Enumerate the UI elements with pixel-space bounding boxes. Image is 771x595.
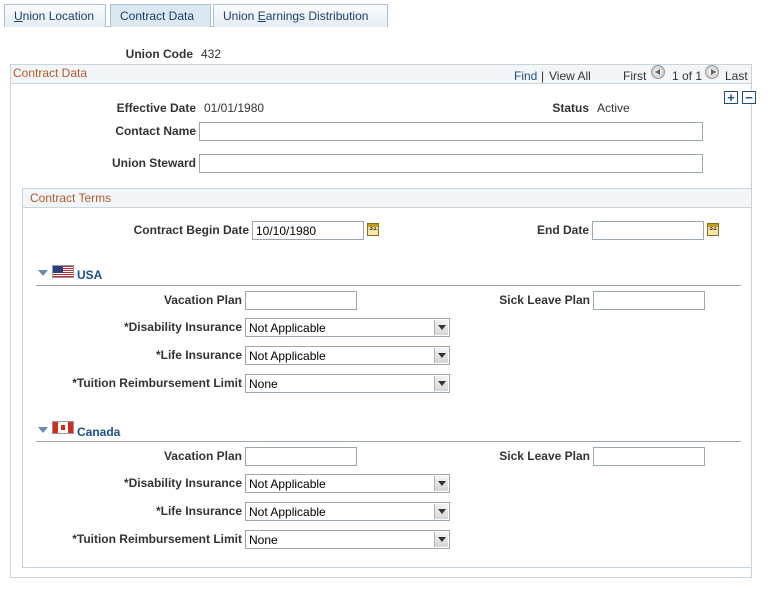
status-value: Active [597,101,630,115]
next-arrow-icon[interactable] [705,65,719,79]
contract-data-title: Contract Data [13,66,88,80]
union-steward-input[interactable] [199,154,703,173]
last-label: Last [725,69,748,83]
previous-arrow-icon[interactable] [651,65,665,79]
find-link[interactable]: Find [514,69,537,83]
tab-label: Contract Data [120,9,195,23]
effective-date-label: Effective Date [116,101,196,115]
usa-tuition-reimbursement-label: *Tuition Reimbursement Limit [72,376,242,390]
contact-name-input[interactable] [199,122,703,141]
canada-vacation-plan-label: Vacation Plan [163,449,242,463]
canada-disability-insurance-select[interactable]: Not Applicable [245,474,450,493]
add-row-button[interactable]: + [724,91,738,104]
view-all-link[interactable]: View All [549,69,591,83]
canada-vacation-plan-input[interactable] [245,447,357,466]
end-date-label: End Date [536,223,589,237]
contract-begin-date-input[interactable]: 10/10/1980 [252,221,364,240]
canada-tuition-reimbursement-select[interactable]: None [245,530,450,549]
usa-vacation-plan-input[interactable] [245,291,357,310]
select-value: Not Applicable [249,349,326,363]
dropdown-arrow-icon[interactable] [434,348,448,363]
usa-life-insurance-label: *Life Insurance [155,348,242,362]
usa-sick-leave-plan-label: Sick Leave Plan [499,293,590,307]
canada-flag-icon [52,421,74,434]
select-value: Not Applicable [249,505,326,519]
dropdown-arrow-icon[interactable] [434,376,448,391]
tab-label: Union Earnings Distribution [223,9,369,23]
dropdown-arrow-icon[interactable] [434,532,448,547]
union-code-label: Union Code [125,47,193,61]
union-code-value: 432 [201,47,222,61]
canada-divider [36,441,741,442]
select-value: None [249,377,278,391]
calendar-icon[interactable]: 31 [707,223,719,236]
canada-life-insurance-label: *Life Insurance [155,504,242,518]
collapse-canada-icon[interactable] [38,427,48,433]
tab-label: Union Location [14,9,95,23]
contract-begin-date-label: Contract Begin Date [133,223,249,237]
usa-disability-insurance-select[interactable]: Not Applicable [245,318,450,337]
dropdown-arrow-icon[interactable] [434,504,448,519]
end-date-input[interactable] [592,221,704,240]
canada-section-title[interactable]: Canada [77,425,120,439]
usa-tuition-reimbursement-select[interactable]: None [245,374,450,393]
canada-life-insurance-select[interactable]: Not Applicable [245,502,450,521]
usa-divider [36,285,741,286]
select-value: Not Applicable [249,321,326,335]
effective-date-value: 01/01/1980 [204,101,265,115]
usa-flag-icon [52,265,74,278]
usa-vacation-plan-label: Vacation Plan [163,293,242,307]
canada-sick-leave-plan-input[interactable] [593,447,705,466]
canada-tuition-reimbursement-label: *Tuition Reimbursement Limit [72,532,242,546]
usa-life-insurance-select[interactable]: Not Applicable [245,346,450,365]
tab-union-earnings-distribution[interactable]: Union Earnings Distribution [213,4,388,27]
first-label: First [623,69,647,83]
usa-sick-leave-plan-input[interactable] [593,291,705,310]
status-label: Status [552,101,589,115]
tab-bar: Union Location Contract Data Union Earni… [4,4,767,27]
union-steward-label: Union Steward [111,156,196,170]
row-count: 1 of 1 [672,69,703,83]
contract-terms-title: Contract Terms [30,191,112,205]
calendar-icon[interactable]: 31 [367,223,379,236]
canada-disability-insurance-label: *Disability Insurance [123,476,242,490]
tab-union-location[interactable]: Union Location [4,4,106,27]
usa-section-title[interactable]: USA [77,268,102,282]
usa-disability-insurance-label: *Disability Insurance [123,320,242,334]
dropdown-arrow-icon[interactable] [434,320,448,335]
nav-separator: | [541,69,545,83]
collapse-usa-icon[interactable] [38,270,48,276]
select-value: None [249,533,278,547]
contract-terms-header [23,189,751,208]
dropdown-arrow-icon[interactable] [434,476,448,491]
select-value: Not Applicable [249,477,326,491]
tab-contract-data[interactable]: Contract Data [110,4,211,27]
canada-sick-leave-plan-label: Sick Leave Plan [499,449,590,463]
contact-name-label: Contact Name [115,124,196,138]
delete-row-button[interactable]: − [742,91,756,104]
